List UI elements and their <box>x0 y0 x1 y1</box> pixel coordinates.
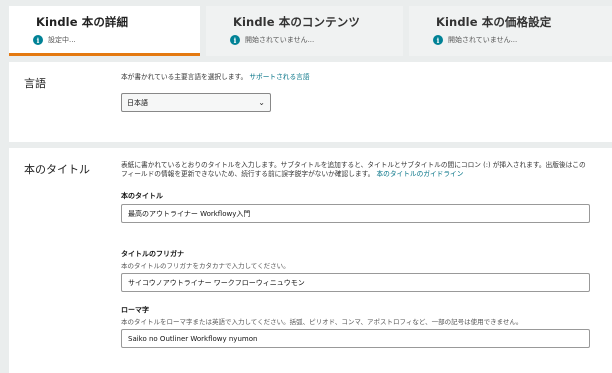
tab-status-text: 開始されていません... <box>245 36 315 44</box>
supported-languages-link[interactable]: サポートされる言語 <box>249 73 309 81</box>
title-field-label: 本のタイトル <box>121 192 163 200</box>
tab-title: Kindle 本の詳細 <box>36 15 129 29</box>
info-icon: i <box>33 35 43 45</box>
tab-title: Kindle 本のコンテンツ <box>233 15 360 29</box>
tab-kindle-details[interactable]: Kindle 本の詳細 i 設定中... <box>9 6 200 56</box>
book-title-label: 本のタイトル <box>24 163 90 176</box>
language-select-value: 日本語 <box>127 98 148 107</box>
tab-title: Kindle 本の価格設定 <box>436 15 552 29</box>
tab-status: i 設定中... <box>33 35 190 45</box>
romaji-field-help: 本のタイトルをローマ字または英語で入力してください。括弧、ピリオド、コンマ、アポ… <box>121 318 523 326</box>
language-help: 本が書かれている主要言語を選択します。 サポートされる言語 <box>121 73 590 82</box>
book-title-help-text: 表紙に書かれているとおりのタイトルを入力します。サブタイトルを追加すると、タイト… <box>121 161 586 178</box>
book-title-content: 表紙に書かれているとおりのタイトルを入力します。サブタイトルを追加すると、タイト… <box>121 161 590 348</box>
furigana-input[interactable]: サイコウノアウトライナー ワークフローウィニュウモン <box>121 273 590 292</box>
book-title-help: 表紙に書かれているとおりのタイトルを入力します。サブタイトルを追加すると、タイト… <box>121 161 590 179</box>
furigana-field-label: タイトルのフリガナ <box>121 250 184 258</box>
title-guidelines-link[interactable]: 本のタイトルのガイドライン <box>376 170 463 178</box>
title-input[interactable]: 最高のアウトライナー Workflowy入門 <box>121 204 590 223</box>
romaji-input[interactable]: Saiko no Outliner Workflowy nyumon <box>121 329 590 348</box>
language-section: 言語 本が書かれている主要言語を選択します。 サポートされる言語 日本語 ⌄ <box>9 62 612 142</box>
info-icon: i <box>433 35 443 45</box>
language-content: 本が書かれている主要言語を選択します。 サポートされる言語 日本語 ⌄ <box>121 73 590 112</box>
info-icon: i <box>230 35 240 45</box>
tab-status-text: 設定中... <box>48 36 76 44</box>
chevron-down-icon: ⌄ <box>258 98 265 107</box>
language-help-text: 本が書かれている主要言語を選択します。 <box>121 73 248 81</box>
tab-bar: Kindle 本の詳細 i 設定中... Kindle 本のコンテンツ i 開始… <box>0 0 612 56</box>
tab-kindle-pricing[interactable]: Kindle 本の価格設定 i 開始されていません... <box>409 6 612 56</box>
language-label: 言語 <box>24 77 46 90</box>
tab-kindle-content[interactable]: Kindle 本のコンテンツ i 開始されていません... <box>206 6 403 56</box>
language-select[interactable]: 日本語 ⌄ <box>121 93 271 112</box>
tab-status-text: 開始されていません... <box>448 36 518 44</box>
tab-status: i 開始されていません... <box>433 35 602 45</box>
romaji-field-label: ローマ字 <box>121 306 149 314</box>
book-title-section: 本のタイトル 表紙に書かれているとおりのタイトルを入力します。サブタイトルを追加… <box>9 148 612 373</box>
tab-status: i 開始されていません... <box>230 35 393 45</box>
furigana-field-help: 本のタイトルのフリガナをカタカナで入力してください。 <box>121 262 290 270</box>
